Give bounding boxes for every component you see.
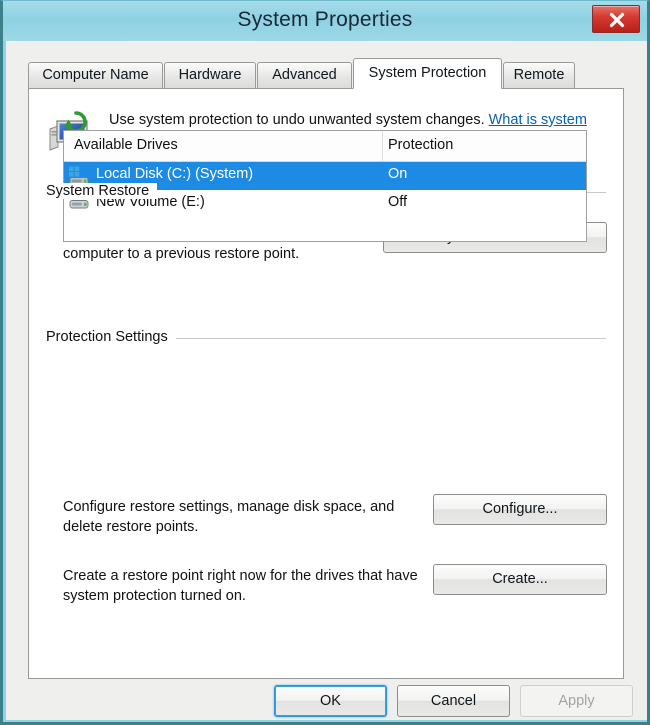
apply-button[interactable]: Apply xyxy=(520,685,633,717)
column-header-available-drives[interactable]: Available Drives xyxy=(74,137,178,153)
dialog-footer: OK Cancel Apply xyxy=(6,679,647,720)
drive-protection-state: Off xyxy=(388,194,408,210)
close-icon xyxy=(609,12,625,28)
create-description: Create a restore point right now for the… xyxy=(63,568,418,604)
drive-protection-state: On xyxy=(388,166,408,182)
tab-advanced[interactable]: Advanced xyxy=(257,62,352,88)
column-divider xyxy=(382,131,383,161)
ok-button[interactable]: OK xyxy=(274,685,387,717)
dialog-body: Computer Name Hardware Advanced System P… xyxy=(6,41,647,720)
drive-name: Local Disk (C:) (System) xyxy=(96,166,254,182)
system-properties-window: System Properties Computer Name Hardware… xyxy=(0,0,650,725)
window-title: System Properties xyxy=(237,8,413,31)
configure-button[interactable]: Configure... xyxy=(433,494,607,525)
create-button[interactable]: Create... xyxy=(433,564,607,595)
system-protection-panel: Use system protection to undo unwanted s… xyxy=(28,88,624,679)
tab-hardware[interactable]: Hardware xyxy=(164,62,256,88)
intro-description: Use system protection to undo unwanted s… xyxy=(109,112,489,128)
column-header-protection[interactable]: Protection xyxy=(388,137,453,153)
protection-settings-group-label: Protection Settings xyxy=(46,329,176,345)
tab-system-protection[interactable]: System Protection xyxy=(353,58,502,89)
tab-computer-name[interactable]: Computer Name xyxy=(28,62,163,88)
system-restore-group-label: System Restore xyxy=(46,183,158,199)
close-button[interactable] xyxy=(592,5,640,33)
cancel-button[interactable]: Cancel xyxy=(397,685,510,717)
title-bar: System Properties xyxy=(3,1,647,41)
drive-list-header: Available Drives Protection xyxy=(64,131,586,162)
configure-description-text: Configure restore settings, manage disk … xyxy=(63,499,395,535)
tab-remote[interactable]: Remote xyxy=(503,62,575,88)
